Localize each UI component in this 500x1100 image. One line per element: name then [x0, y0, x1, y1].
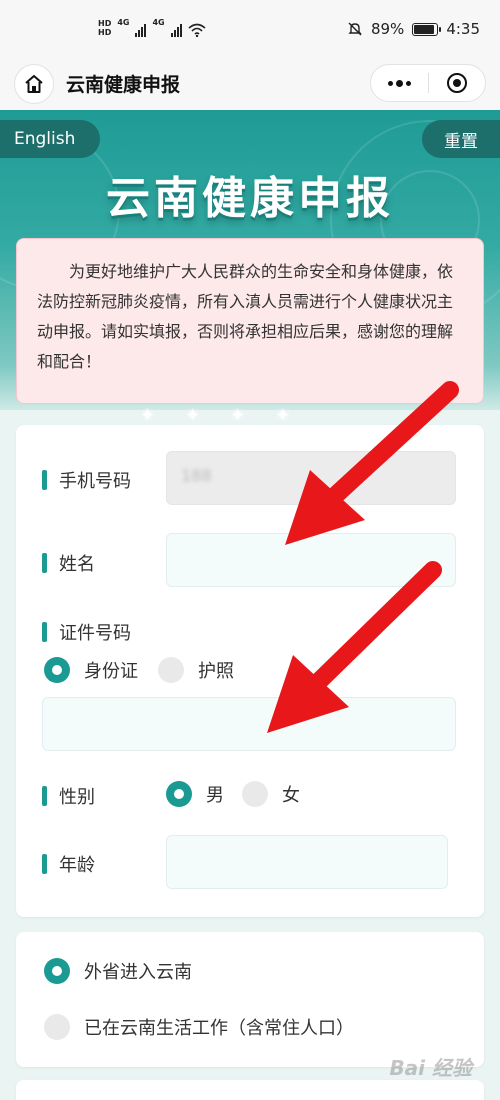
network-type: 4G — [152, 18, 165, 27]
entry-type-card: 外省进入云南 已在云南生活工作（含常住人口） — [16, 932, 484, 1067]
status-right: 89% 4:35 — [347, 20, 480, 38]
entry-from-other-province-radio[interactable]: 外省进入云南 — [44, 958, 192, 984]
radio-unselected-icon — [158, 657, 184, 683]
battery-icon — [412, 22, 442, 36]
gender-female-radio[interactable]: 女 — [242, 781, 300, 807]
radio-unselected-icon — [44, 1014, 70, 1040]
wifi-icon — [188, 23, 206, 37]
red-arrow-icon — [267, 561, 442, 733]
red-arrow-icon — [285, 381, 459, 545]
hd-badge: HD — [98, 28, 112, 37]
id-number-label: 证件号码 — [42, 619, 131, 645]
next-card — [16, 1080, 484, 1100]
battery-percent: 89% — [370, 20, 405, 38]
signal-icon — [170, 24, 182, 37]
gender-label: 性别 — [42, 783, 95, 809]
more-button[interactable] — [371, 65, 428, 101]
radio-unselected-icon — [242, 781, 268, 807]
home-icon — [25, 75, 43, 93]
hd-badges: HD HD — [98, 19, 111, 37]
id-type-passport-radio[interactable]: 护照 — [158, 657, 234, 683]
close-target-icon — [446, 73, 467, 93]
close-button[interactable] — [429, 65, 486, 101]
phone-value: 188 — [181, 466, 212, 485]
reset-button[interactable]: 重置 — [422, 120, 500, 158]
status-bar: HD HD 4G 4G 89% 4:35 — [0, 0, 500, 58]
clock: 4:35 — [446, 20, 480, 38]
radio-selected-icon — [44, 958, 70, 984]
gender-male-radio[interactable]: 男 — [166, 781, 224, 807]
watermark: Bai 经验 — [389, 1056, 472, 1080]
entry-resident-radio[interactable]: 已在云南生活工作（含常住人口） — [44, 1014, 354, 1040]
network-type: 4G — [117, 18, 130, 27]
radio-selected-icon — [166, 781, 192, 807]
more-dots-icon — [387, 79, 411, 87]
signal-group: HD HD 4G 4G — [98, 18, 206, 37]
title-bar: 云南健康申报 — [0, 58, 500, 110]
banner-title: 云南健康申报 — [106, 173, 394, 224]
home-button[interactable] — [14, 64, 54, 104]
signal-icon — [135, 24, 147, 37]
app-title: 云南健康申报 — [66, 74, 181, 96]
id-type-idcard-radio[interactable]: 身份证 — [44, 657, 138, 683]
mini-program-capsule — [370, 64, 486, 102]
english-button[interactable]: English — [0, 120, 100, 158]
age-input[interactable] — [166, 835, 448, 889]
radio-selected-icon — [44, 657, 70, 683]
age-label: 年龄 — [42, 851, 95, 877]
hd-badge: HD — [98, 19, 112, 28]
name-label: 姓名 — [42, 550, 95, 576]
mute-bell-icon — [348, 22, 362, 36]
phone-label: 手机号码 — [42, 467, 131, 493]
battery-fill — [414, 24, 434, 34]
